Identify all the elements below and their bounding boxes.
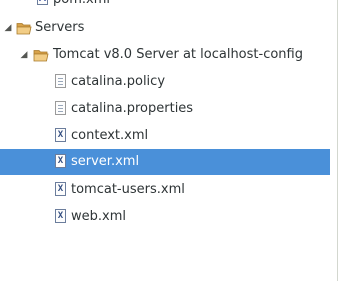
folder-open-icon — [16, 23, 32, 35]
text-file-icon — [55, 74, 66, 88]
tree-item-catalina-properties[interactable]: catalina.properties — [0, 96, 330, 122]
tree-item-context-xml[interactable]: X context.xml — [0, 123, 330, 149]
tree-item-label: Servers — [35, 20, 85, 35]
tree-item-label: context.xml — [71, 128, 149, 143]
tree-item-tomcat-server[interactable]: ◢ Tomcat v8.0 Server at localhost-config — [0, 42, 330, 68]
expand-arrow-icon[interactable]: ◢ — [18, 42, 30, 68]
tree-item-label: Tomcat v8.0 Server at localhost-config — [53, 47, 303, 62]
xml-file-icon: X — [55, 154, 66, 168]
tree-item-label: catalina.policy — [71, 74, 166, 89]
tree-item-tomcat-users-xml[interactable]: X tomcat-users.xml — [0, 177, 330, 203]
expand-arrow-icon[interactable]: ◢ — [2, 15, 14, 41]
project-explorer-tree: M pom.xml ◢ Servers ◢ Tomcat v8.0 Server… — [0, 0, 341, 281]
xml-file-icon: X — [55, 182, 66, 196]
xml-file-icon: X — [55, 209, 66, 223]
tree-item-web-xml[interactable]: X web.xml — [0, 204, 330, 230]
tree-item-servers[interactable]: ◢ Servers — [0, 15, 330, 41]
tree-item-label: catalina.properties — [71, 101, 194, 116]
tree-item-label: tomcat-users.xml — [71, 182, 185, 197]
tree-item-pom-xml[interactable]: M pom.xml — [0, 0, 330, 13]
tree-item-server-xml[interactable]: X server.xml — [0, 149, 330, 175]
tree-item-catalina-policy[interactable]: catalina.policy — [0, 69, 330, 95]
view-border — [337, 0, 338, 281]
text-file-icon — [55, 101, 66, 115]
tree-item-label: web.xml — [71, 209, 126, 224]
maven-pom-icon: M — [37, 0, 48, 5]
tree-item-label: pom.xml — [53, 0, 110, 13]
folder-open-icon — [33, 50, 49, 62]
xml-file-icon: X — [55, 128, 66, 142]
tree-item-label: server.xml — [71, 154, 140, 169]
